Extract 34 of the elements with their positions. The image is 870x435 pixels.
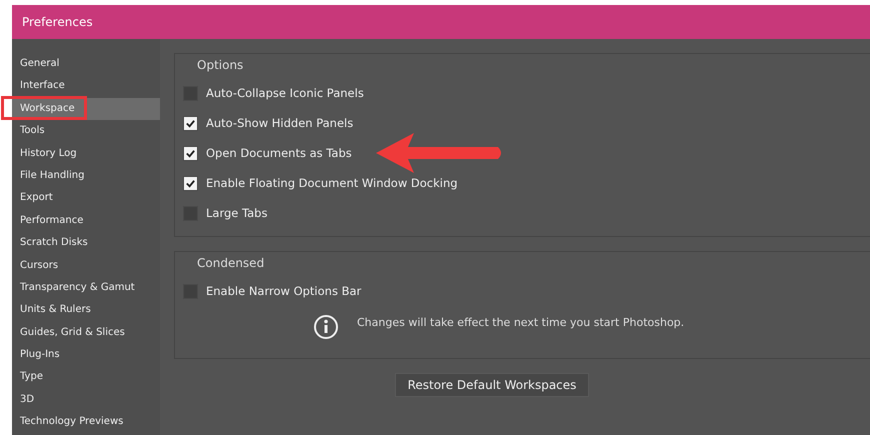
sidebar-item[interactable]: Guides, Grid & Slices bbox=[12, 322, 160, 344]
checkbox[interactable] bbox=[183, 176, 198, 190]
option-label[interactable]: Enable Narrow Options Bar bbox=[206, 284, 362, 298]
option-label[interactable]: Open Documents as Tabs bbox=[206, 146, 352, 160]
sidebar-item[interactable]: 3D bbox=[12, 388, 160, 412]
checkbox[interactable] bbox=[183, 116, 198, 130]
option-label[interactable]: Auto-Collapse Iconic Panels bbox=[206, 86, 364, 100]
sidebar-item[interactable]: File Handling bbox=[12, 164, 160, 188]
restore-button[interactable]: Restore Default Workspaces bbox=[394, 373, 590, 397]
sidebar-item[interactable]: Units & Rulers bbox=[12, 299, 160, 322]
sidebar-item[interactable]: Technology Previews bbox=[12, 411, 160, 434]
group-title: Condensed bbox=[197, 256, 264, 270]
check-icon bbox=[185, 178, 196, 188]
sidebar-item[interactable]: Export bbox=[12, 187, 160, 210]
sidebar-item[interactable]: Performance bbox=[12, 210, 160, 232]
info-message: Changes will take effect the next time you start Photoshop. bbox=[357, 315, 684, 329]
sidebar-item[interactable]: Transparency & Gamut bbox=[12, 276, 160, 300]
checkbox[interactable] bbox=[183, 146, 198, 160]
window-title: Preferences bbox=[22, 15, 93, 29]
check-icon bbox=[185, 148, 196, 158]
option-label[interactable]: Large Tabs bbox=[206, 206, 268, 220]
info-icon bbox=[313, 314, 339, 340]
sidebar-item[interactable]: Plug-Ins bbox=[12, 344, 160, 366]
sidebar-item[interactable]: Scratch Disks bbox=[12, 232, 160, 255]
sidebar-item[interactable]: Cursors bbox=[12, 254, 160, 277]
group-title: Options bbox=[197, 58, 244, 72]
sidebar-item[interactable]: Interface bbox=[12, 75, 160, 98]
sidebar-item[interactable]: History Log bbox=[12, 142, 160, 165]
check-icon bbox=[185, 118, 196, 128]
option-label[interactable]: Enable Floating Document Window Docking bbox=[206, 176, 458, 190]
sidebar-item[interactable]: Tools bbox=[12, 120, 160, 143]
sidebar-item[interactable]: Type bbox=[12, 366, 160, 389]
sidebar-item[interactable]: General bbox=[12, 53, 160, 76]
option-label[interactable]: Auto-Show Hidden Panels bbox=[206, 116, 354, 130]
